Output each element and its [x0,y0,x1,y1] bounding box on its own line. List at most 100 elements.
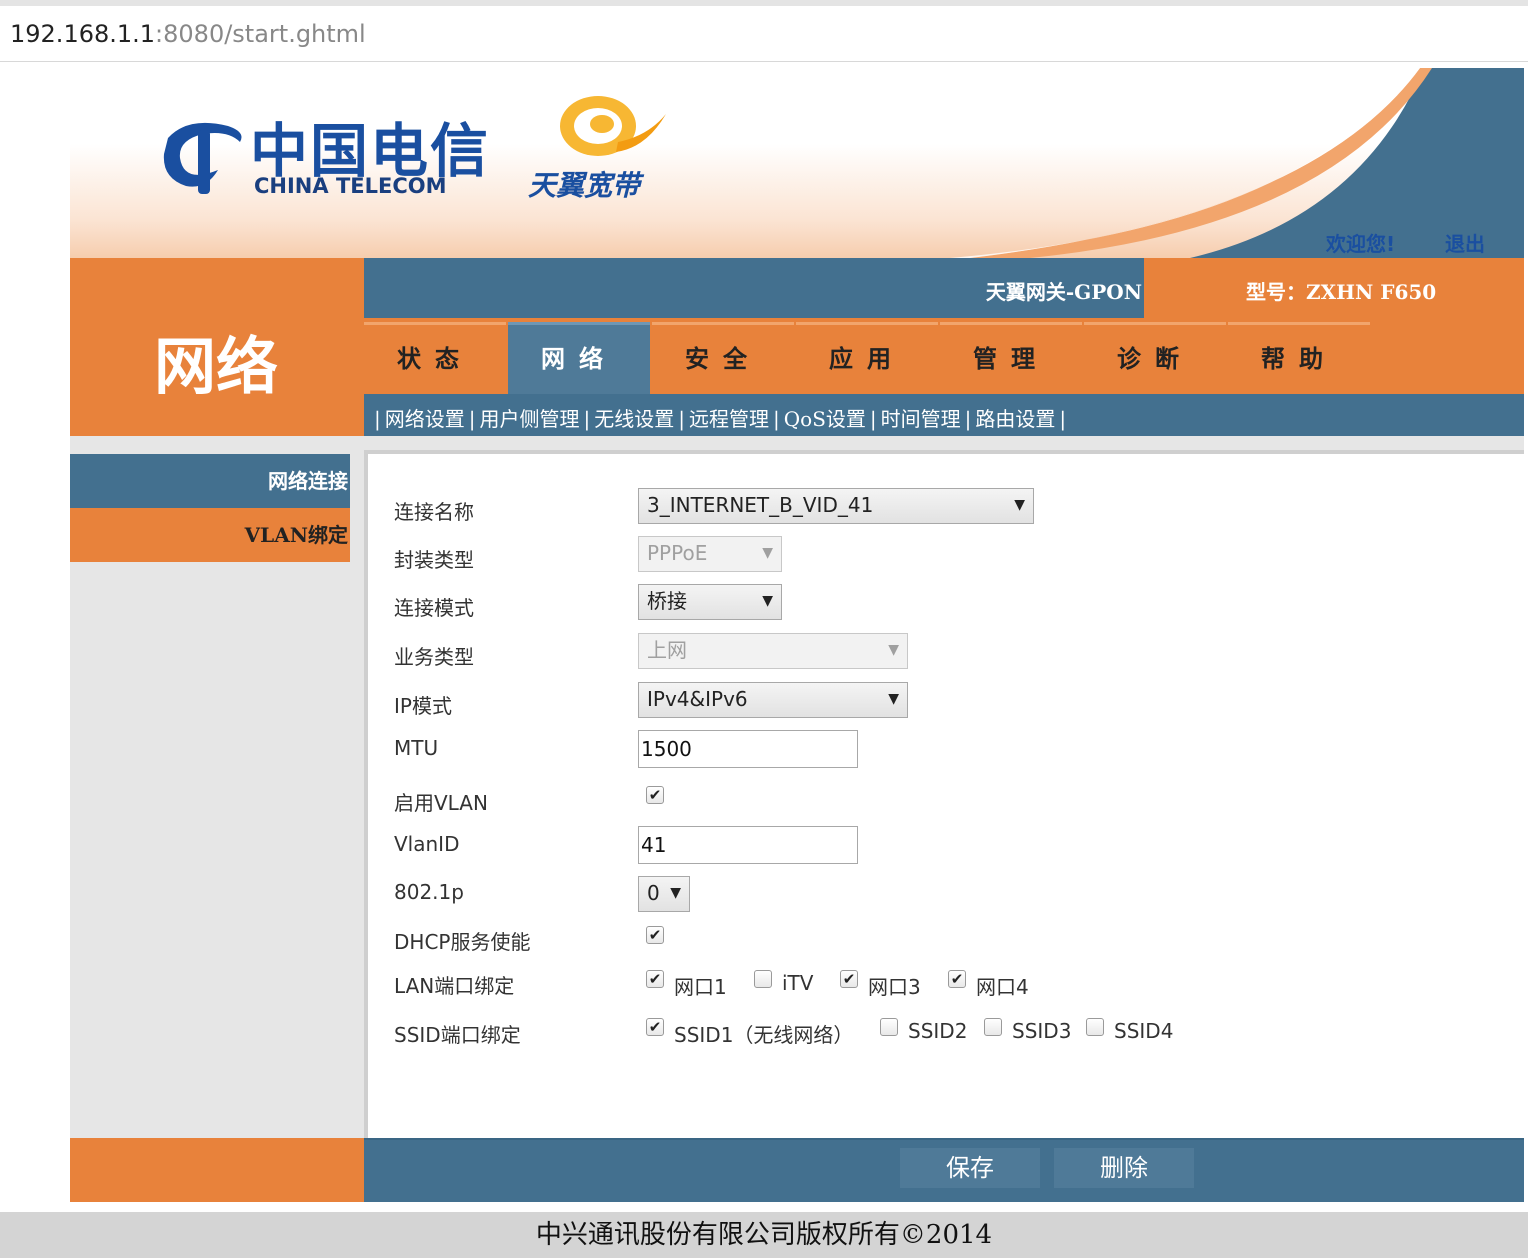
subnav-route[interactable]: 路由设置 [975,407,1055,431]
welcome-text: 欢迎您! [1326,232,1396,256]
dropdown-arrow-icon: ▼ [762,545,773,561]
dot1p-value: 0 [647,881,660,905]
section-title: 网络 [154,330,279,403]
lan-port4-checkbox[interactable]: ✔ [948,970,966,988]
lan-port3-checkbox[interactable]: ✔ [840,970,858,988]
section-title-box: 网络 [70,258,364,436]
subnav-separator: | [468,407,476,431]
lan-itv-label: iTV [782,971,814,995]
connection-form: 连接名称 3_INTERNET_B_VID_41 ▼ 封装类型 PPPoE ▼ 连接… [364,450,1524,1138]
lan-itv-checkbox[interactable] [754,970,772,988]
tab-diagnosis[interactable]: 诊断 [1084,322,1226,394]
tab-application[interactable]: 应用 [796,322,938,394]
delete-button[interactable]: 删除 [1054,1148,1194,1188]
dropdown-arrow-icon: ▼ [670,885,681,901]
connection-name-select[interactable]: 3_INTERNET_B_VID_41 ▼ [638,488,1034,524]
model-text: 型号：ZXHN F650 [1246,280,1437,304]
sidebar-item-network-connection[interactable]: 网络连接 [70,454,350,508]
subnav-time[interactable]: 时间管理 [881,407,961,431]
label-connection-name: 连接名称 [394,500,474,524]
tab-network[interactable]: 网络 [508,322,650,394]
subnav-separator: | [374,407,381,431]
label-dhcp: DHCP服务使能 [394,930,531,954]
label-dot1p: 802.1p [394,880,464,904]
address-text[interactable]: 192.168.1.1:8080/start.ghtml [10,20,366,48]
ssid2-checkbox[interactable] [880,1018,898,1036]
sidebar: 网络连接 VLAN绑定 [70,450,364,1138]
lan-port4-label: 网口4 [976,975,1029,999]
service-type-select: 上网 ▼ [638,633,908,669]
dot1p-select[interactable]: 0 ▼ [638,876,690,912]
label-conn-mode: 连接模式 [394,596,474,620]
subnav-separator: | [773,407,780,431]
address-path: :8080/start.ghtml [155,20,366,48]
dropdown-arrow-icon: ▼ [888,642,899,658]
label-mtu: MTU [394,736,439,760]
ssid2-label: SSID2 [908,1019,968,1043]
gateway-title: 天翼网关-GPON [985,280,1142,304]
label-lan-binding: LAN端口绑定 [394,974,515,998]
ssid3-checkbox[interactable] [984,1018,1002,1036]
encap-type-value: PPPoE [647,541,708,565]
label-vlan-id: VlanID [394,832,460,856]
model-bar: 型号：ZXHN F650 [1144,258,1524,318]
ssid4-label: SSID4 [1114,1019,1174,1043]
subnav-remote[interactable]: 远程管理 [689,407,769,431]
separator-band [70,436,1524,450]
address-bar[interactable]: 192.168.1.1:8080/start.ghtml [0,0,1528,62]
brand-en-text: CHINA TELECOM [254,174,447,198]
header-banner: 中国电信 CHINA TELECOM 天翼宽带 欢迎您! 退出 [70,68,1524,258]
router-admin-page: 中国电信 CHINA TELECOM 天翼宽带 欢迎您! 退出 网络 天翼网关-… [70,68,1524,1202]
service-type-value: 上网 [647,638,687,662]
mtu-input[interactable]: 1500 [638,730,858,768]
subnav-separator: | [583,407,591,431]
lan-port1-checkbox[interactable]: ✔ [646,970,664,988]
save-button[interactable]: 保存 [900,1148,1040,1188]
subnav-qos[interactable]: QoS设置 [784,407,866,431]
label-ip-mode: IP模式 [394,694,452,718]
tab-management[interactable]: 管理 [940,322,1082,394]
enable-vlan-checkbox[interactable]: ✔ [646,786,664,804]
sidebar-item-vlan-binding[interactable]: VLAN绑定 [70,508,350,562]
ssid1-checkbox[interactable]: ✔ [646,1018,664,1036]
dropdown-arrow-icon: ▼ [1014,497,1025,513]
subnav-separator: | [964,407,972,431]
ip-mode-select[interactable]: IPv4&IPv6 ▼ [638,682,908,718]
lan-port3-label: 网口3 [868,975,921,999]
main-tabs: 状态 网络 安全 应用 管理 诊断 帮助 [364,318,1524,394]
tab-help[interactable]: 帮助 [1228,322,1370,394]
subnav-separator: | [678,407,685,431]
encap-type-select: PPPoE ▼ [638,536,782,572]
ssid3-label: SSID3 [1012,1019,1072,1043]
connection-name-value: 3_INTERNET_B_VID_41 [647,493,874,517]
ssid4-checkbox[interactable] [1086,1018,1104,1036]
subnav-network-settings[interactable]: 网络设置 [385,407,465,431]
tab-status[interactable]: 状态 [364,322,506,394]
address-host: 192.168.1.1 [10,20,156,48]
tianyi-swirl-icon [560,96,666,156]
subnav-user-side[interactable]: 用户侧管理 [480,407,580,431]
label-ssid-binding: SSID端口绑定 [394,1023,521,1047]
conn-mode-value: 桥接 [647,589,687,613]
tab-security[interactable]: 安全 [652,322,794,394]
label-encap-type: 封装类型 [394,548,474,572]
dropdown-arrow-icon: ▼ [762,593,773,609]
bottom-action-bar: 保存 删除 [364,1138,1524,1202]
gateway-title-bar: 天翼网关-GPON [364,258,1144,318]
dhcp-checkbox[interactable]: ✔ [646,926,664,944]
copyright-footer: 中兴通讯股份有限公司版权所有©2014 [0,1212,1528,1258]
tianyi-logo: 天翼宽带 [528,86,678,216]
product-name: 天翼宽带 [528,169,641,202]
ip-mode-value: IPv4&IPv6 [647,687,748,711]
subnav-separator: | [1059,407,1067,431]
lan-port1-label: 网口1 [674,975,727,999]
logout-link[interactable]: 退出 [1445,228,1485,257]
subnav-wireless[interactable]: 无线设置 [594,407,674,431]
dropdown-arrow-icon: ▼ [888,691,899,707]
subnav-separator: | [869,407,877,431]
telecom-emblem-icon [163,122,242,194]
vlan-id-input[interactable]: 41 [638,826,858,864]
label-enable-vlan: 启用VLAN [394,791,488,815]
conn-mode-select[interactable]: 桥接 ▼ [638,584,782,620]
bottom-bar-left [70,1138,364,1202]
